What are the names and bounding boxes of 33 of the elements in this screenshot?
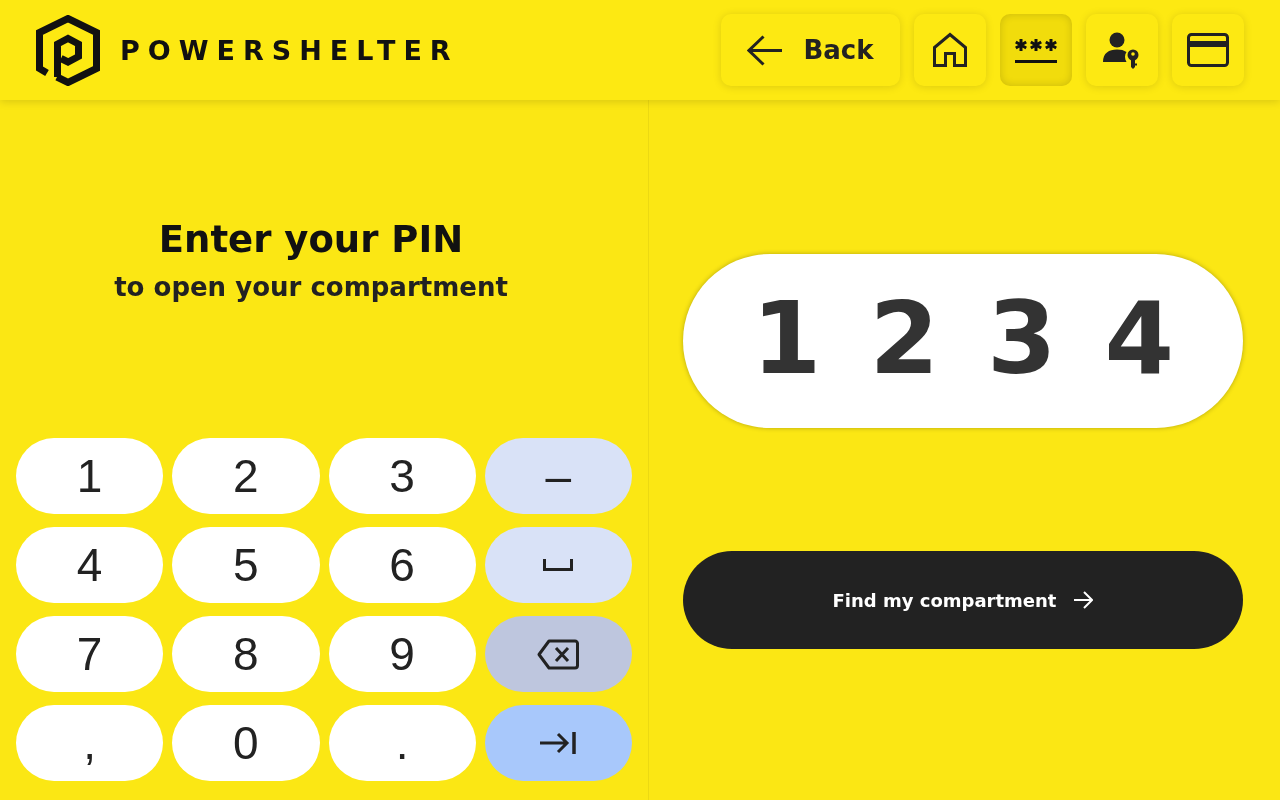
keypad-key[interactable]: 0 [172, 705, 320, 781]
keypad-key[interactable]: 9 [328, 616, 476, 692]
arrow-right-icon [1073, 591, 1094, 609]
prompt-subtitle: to open your compartment [114, 272, 508, 303]
arrow-left-icon [747, 34, 784, 66]
keypad-key[interactable]: 2 [172, 438, 320, 514]
keypad-key[interactable]: 5 [172, 527, 320, 603]
keypad-key[interactable]: 1 [16, 438, 164, 514]
space-icon [543, 559, 574, 571]
keypad-key[interactable]: 4 [16, 527, 164, 603]
keypad-key[interactable]: 8 [172, 616, 320, 692]
user-key-icon [1103, 31, 1141, 69]
keypad-key[interactable]: , [16, 705, 164, 781]
brand-name: POWERSHELTER [120, 34, 459, 66]
hexagon-logo [36, 14, 100, 86]
backspace-icon [537, 638, 580, 670]
password-button[interactable] [1000, 14, 1072, 86]
dash-key[interactable]: – [484, 438, 632, 514]
user-key-button[interactable] [1086, 14, 1158, 86]
tab-icon [539, 732, 578, 754]
keypad-key[interactable]: . [328, 705, 476, 781]
password-icon [1014, 36, 1058, 64]
prompt-title: Enter your PIN [158, 218, 464, 262]
keypad-key[interactable]: 6 [328, 527, 476, 603]
home-button[interactable] [914, 14, 986, 86]
pin-field[interactable]: 1234 [683, 254, 1243, 428]
find-compartment-button[interactable]: Find my compartment [683, 551, 1243, 649]
keypad-key[interactable]: 7 [16, 616, 164, 692]
keypad-key[interactable]: 3 [328, 438, 476, 514]
credit-card-icon [1187, 33, 1229, 67]
home-icon [932, 32, 968, 68]
back-button[interactable]: Back [721, 14, 900, 86]
card-button[interactable] [1172, 14, 1244, 86]
